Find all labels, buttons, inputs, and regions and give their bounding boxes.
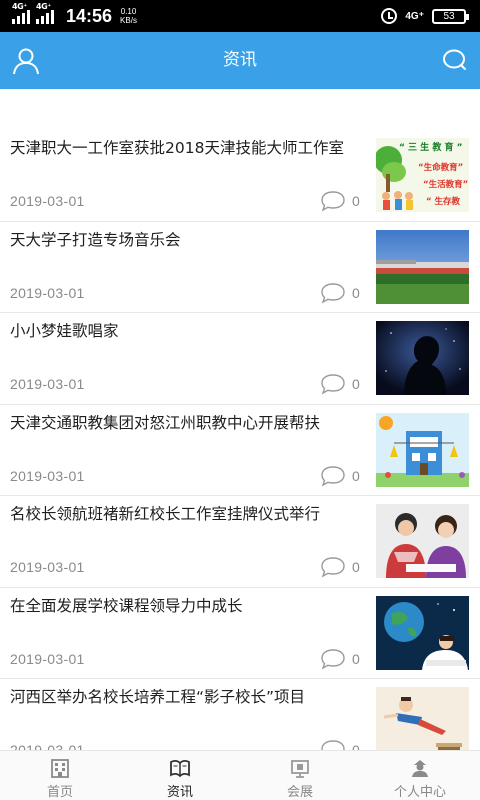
- article-title: 河西区举办名校长培养工程“影子校长”项目: [10, 688, 306, 706]
- article-thumbnail: [376, 412, 469, 487]
- status-left: 4G⁺ 4G⁺ 14:56 0.10 KB/s: [12, 0, 137, 32]
- comment-icon: [321, 282, 345, 303]
- tab-label: 资讯: [166, 785, 193, 800]
- comment-count: 0: [352, 193, 360, 209]
- network-type-1: 4G⁺: [12, 2, 27, 11]
- search-button[interactable]: [437, 44, 471, 78]
- person-icon: [412, 760, 428, 777]
- article-thumbnail: “ 三 生 教 育 ” “生命教育” “生活教育” “ 生存教: [376, 138, 469, 212]
- article-item[interactable]: 在全面发展学校课程领导力中成长 2019-03-01 0: [0, 588, 480, 679]
- tab-news[interactable]: 资讯: [120, 751, 240, 800]
- comment-count: 0: [352, 467, 360, 484]
- article-item[interactable]: 天津职大一工作室获批2018天津技能大师工作室 2019-03-01 0 “ 三…: [0, 130, 480, 222]
- comment-count: 0: [352, 376, 360, 392]
- signal-icon: 4G⁺: [36, 2, 54, 24]
- article-date: 2019-03-01: [10, 559, 85, 575]
- article-title: 天大学子打造专场音乐会: [10, 230, 181, 249]
- article-date: 2019-03-01: [10, 742, 85, 750]
- tab-profile[interactable]: 个人中心: [360, 751, 480, 800]
- bottom-tab-bar: 首页 资讯 会展 个人中心: [0, 750, 480, 800]
- signal-icon: 4G⁺: [12, 2, 30, 24]
- comment-count: 0: [352, 650, 360, 667]
- comment-icon: [321, 465, 345, 486]
- thumb-text: “ 生存教: [426, 196, 461, 207]
- battery-level: 53: [443, 10, 455, 22]
- speed-unit: KB/s: [120, 16, 137, 25]
- comment-icon: [321, 740, 345, 750]
- search-icon: [443, 49, 466, 70]
- book-icon: [170, 760, 190, 778]
- exhibition-icon: [291, 760, 309, 778]
- article-date: 2019-03-01: [10, 376, 85, 392]
- article-date: 2019-03-01: [10, 193, 85, 209]
- tab-label: 个人中心: [393, 785, 446, 800]
- battery-icon: 53: [432, 8, 469, 24]
- article-title: 在全面发展学校课程领导力中成长: [10, 596, 243, 615]
- article-item[interactable]: 名校长领航班褚新红校长工作室挂牌仪式举行 2019-03-01 0: [0, 496, 480, 588]
- comment-count: 0: [352, 284, 360, 301]
- comment-count: 0: [352, 559, 360, 575]
- article-thumbnail: [376, 504, 469, 578]
- network-speed: 0.10 KB/s: [120, 7, 137, 25]
- article-title: 名校长领航班褚新红校长工作室挂牌仪式举行: [10, 505, 321, 523]
- article-thumbnail: [376, 595, 469, 670]
- article-thumbnail: [376, 229, 469, 304]
- speed-value: 0.10: [120, 7, 137, 16]
- article-date: 2019-03-01: [10, 650, 85, 667]
- tab-exhibition[interactable]: 会展: [240, 751, 360, 800]
- page-title: 资讯: [223, 50, 257, 70]
- building-icon: [51, 759, 69, 778]
- article-item[interactable]: 小小梦娃歌唱家 2019-03-01 0: [0, 313, 480, 405]
- clock: 14:56: [66, 5, 113, 26]
- article-list: 天津职大一工作室获批2018天津技能大师工作室 2019-03-01 0 “ 三…: [0, 130, 480, 750]
- comment-icon: [321, 191, 345, 212]
- article-thumbnail: [376, 687, 469, 750]
- comment-icon: [321, 374, 345, 395]
- article-item[interactable]: 天大学子打造专场音乐会 2019-03-01 0: [0, 222, 480, 313]
- alarm-icon: [381, 8, 398, 24]
- tab-label: 首页: [46, 785, 73, 800]
- status-right: 4G⁺ 53: [381, 0, 469, 32]
- thumb-text: “生命教育”: [418, 162, 463, 173]
- article-title: 天津交通职教集团对怒江州职教中心开展帮扶: [10, 413, 321, 432]
- comment-icon: [321, 648, 345, 669]
- thumb-text: “生活教育”: [423, 179, 468, 190]
- network-type-right: 4G⁺: [405, 10, 424, 22]
- article-item[interactable]: 河西区举办名校长培养工程“影子校长”项目 2019-03-01 0: [0, 679, 480, 750]
- app-header: 资讯: [0, 32, 480, 89]
- network-type-2: 4G⁺: [36, 2, 51, 11]
- tab-home[interactable]: 首页: [0, 751, 120, 800]
- comment-icon: [321, 557, 345, 578]
- status-bar: 4G⁺ 4G⁺ 14:56 0.10 KB/s 4G⁺ 53: [0, 0, 480, 32]
- article-date: 2019-03-01: [10, 467, 85, 484]
- article-item[interactable]: 天津交通职教集团对怒江州职教中心开展帮扶 2019-03-01 0: [0, 405, 480, 496]
- tab-label: 会展: [286, 785, 313, 800]
- thumb-text: “ 三 生 教 育 ”: [399, 141, 463, 153]
- article-date: 2019-03-01: [10, 284, 85, 301]
- article-title: 小小梦娃歌唱家: [10, 322, 119, 340]
- article-title: 天津职大一工作室获批2018天津技能大师工作室: [10, 139, 344, 157]
- article-thumbnail: [376, 321, 469, 395]
- comment-count: 0: [352, 742, 360, 750]
